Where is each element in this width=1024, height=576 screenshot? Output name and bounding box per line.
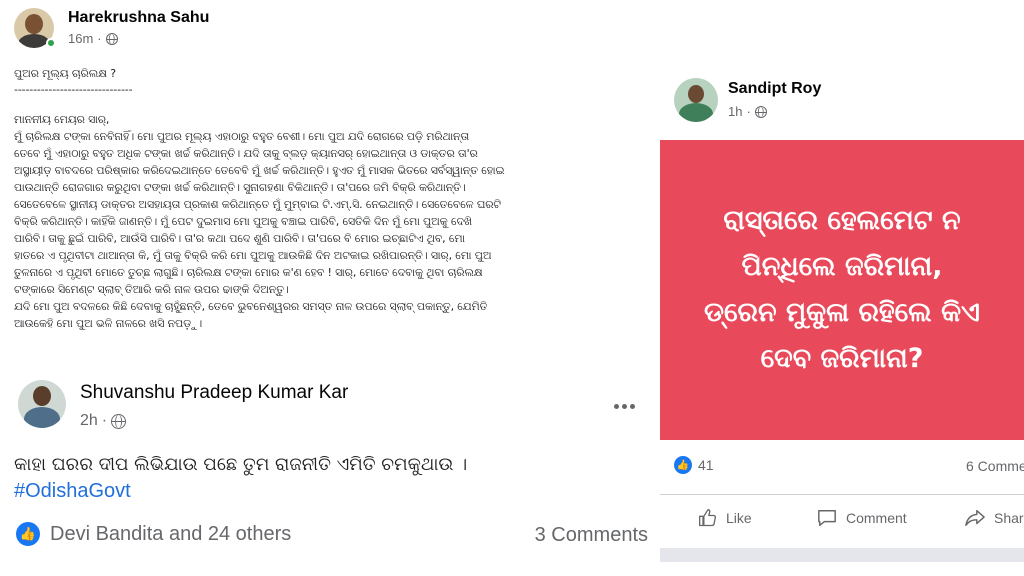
comment-button[interactable]: Comment	[816, 508, 964, 528]
post-body-line: ତୁଳନାରେ ଏ ପୃଥିବୀ ମୋତେ ତୁଚ୍ଛ ଲାଗୁଛି। ଚାରି…	[14, 266, 483, 279]
more-options-icon[interactable]	[614, 404, 635, 409]
post-meta: 16m ·	[68, 31, 209, 46]
post-header: Sandipt Roy 1h ·	[674, 78, 821, 122]
author-avatar[interactable]	[18, 380, 66, 428]
post-body-line: ମାନନୀୟ ମେୟର ସାର୍,	[14, 113, 110, 126]
post-body-line: ସେତେବେଳେ ସ୍ଥାନୀୟ ଡାକ୍ତର ଅସହାୟତା ପ୍ରକାଶ କ…	[14, 198, 501, 211]
post-time[interactable]: 16m	[68, 31, 93, 46]
post-body-line: ଅସ୍ଥାୟୀଡ଼ ବାବଦରେ ପରିଷ୍କାର କରିଦେଇଥାନ୍ତେ ତ…	[14, 164, 505, 177]
like-reaction-icon: 👍	[16, 522, 40, 546]
comments-count[interactable]: 6 Comme	[966, 458, 1024, 474]
post-body-line: ଟଙ୍କାରେ ସିମେଣ୍ଟ ସ୍ଲାବ୍ ତିଆରି କରି ନାଳ ଉପର…	[14, 283, 289, 296]
post-body-line: ପାଉଥାନ୍ତି ରୋଜଗାର କରୁଥିବା ଟଙ୍କା ଖର୍ଚ୍ଚ କର…	[14, 181, 466, 194]
like-count[interactable]: 41	[698, 457, 714, 473]
post-sandipt: Sandipt Roy 1h · ରାସ୍ତାରେ ହେଲମେଟ ନ ପିନ୍ଧ…	[660, 70, 1024, 576]
post-header: Shuvanshu Pradeep Kumar Kar 2h ·	[18, 380, 348, 430]
post-time[interactable]: 2h	[80, 412, 98, 430]
card-text: ରାସ୍ତାରେ ହେଲମେଟ ନ ପିନ୍ଧିଲେ ଜରିମାନା, ଡ୍ରେ…	[703, 205, 981, 374]
post-body-line: ଆଉକେହି ମୋ ପୁଅ ଭଳି ନାଳରେ ଖସି ନପଡ଼ୁ।	[14, 317, 203, 330]
post-harekrushna: Harekrushna Sahu 16m · ପୁଅର ମୂଲ୍ୟ ଚାରିଲକ…	[0, 0, 660, 372]
post-body-line: ମୁଁ ଚାରିଲକ୍ଷ ଟଙ୍କା ନେବିନାହିଁ। ମୋ ପୁଅର ମୂ…	[14, 130, 470, 143]
post-body-line: ହାତରେ ଏ ପୃଥିବୀଟା ଥାଆନ୍ତା କି, ମୁଁ ତାକୁ ବି…	[14, 249, 492, 262]
reaction-summary[interactable]: 👍 Devi Bandita and 24 others	[16, 522, 291, 546]
share-button[interactable]: Share	[964, 508, 1024, 528]
comments-count[interactable]: 3 Comments	[535, 524, 648, 547]
online-indicator-icon	[46, 38, 56, 48]
comment-icon	[818, 510, 836, 526]
post-body-line: ପାରିବି। ତାକୁ ଛୁଇଁ ପାରିବି, ଆଉଁସି ପାରିବି। …	[14, 232, 465, 245]
like-reaction-icon: 👍	[674, 456, 692, 474]
globe-icon	[105, 32, 118, 45]
post-body-line: ଯଦି ମୋ ପୁଅ ବଦଳରେ କିଛି ଦେବାକୁ ଚାହୁଁଛନ୍ତି,…	[14, 300, 488, 313]
share-icon	[965, 510, 985, 526]
like-icon	[699, 509, 717, 527]
globe-icon	[111, 413, 127, 429]
reaction-text[interactable]: Devi Bandita and 24 others	[50, 523, 291, 546]
author-name[interactable]: Shuvanshu Pradeep Kumar Kar	[80, 382, 348, 404]
author-name[interactable]: Sandipt Roy	[728, 80, 821, 98]
post-shuvanshu: Shuvanshu Pradeep Kumar Kar 2h · କାହା ଘର…	[0, 372, 660, 576]
globe-icon	[754, 105, 767, 118]
author-avatar[interactable]	[674, 78, 718, 122]
post-time[interactable]: 1h	[728, 104, 742, 119]
action-bar: Like Comment Share	[698, 508, 1024, 528]
author-name[interactable]: Harekrushna Sahu	[68, 9, 209, 27]
post-meta: 1h ·	[728, 104, 821, 119]
post-body-line: ତେବେ ମୁଁ ଏହାଠାରୁ ବହୁତ ଅଧିକ ଟଙ୍କା ଖର୍ଚ୍ଚ …	[14, 147, 478, 160]
like-button[interactable]: Like	[698, 508, 816, 528]
feed-gap	[660, 548, 1024, 562]
post-body-line: ବିକ୍ରି କରିଥାନ୍ତି। କାହିଁକି ଜାଣନ୍ତି। ମୁଁ ପ…	[14, 215, 473, 228]
divider	[660, 494, 1024, 495]
post-header: Harekrushna Sahu 16m ·	[14, 8, 209, 48]
text-post-card[interactable]: ରାସ୍ତାରେ ହେଲମେଟ ନ ପିନ୍ଧିଲେ ଜରିମାନା, ଡ୍ରେ…	[660, 140, 1024, 440]
post-body: କାହା ଘରର ଦୀପ ଲିଭିଯାଉ ପଛେ ତୁମ ରାଜନୀତି ଏମି…	[14, 454, 468, 475]
post-rule: -------------------------------	[14, 83, 133, 96]
post-title-line: ପୁଅର ମୂଲ୍ୟ ଚାରିଲକ୍ଷ ?	[14, 67, 116, 80]
post-meta: 2h ·	[80, 412, 348, 430]
hashtag-link[interactable]: #OdishaGovt	[14, 480, 131, 503]
reaction-summary[interactable]: 👍 41	[674, 456, 714, 474]
